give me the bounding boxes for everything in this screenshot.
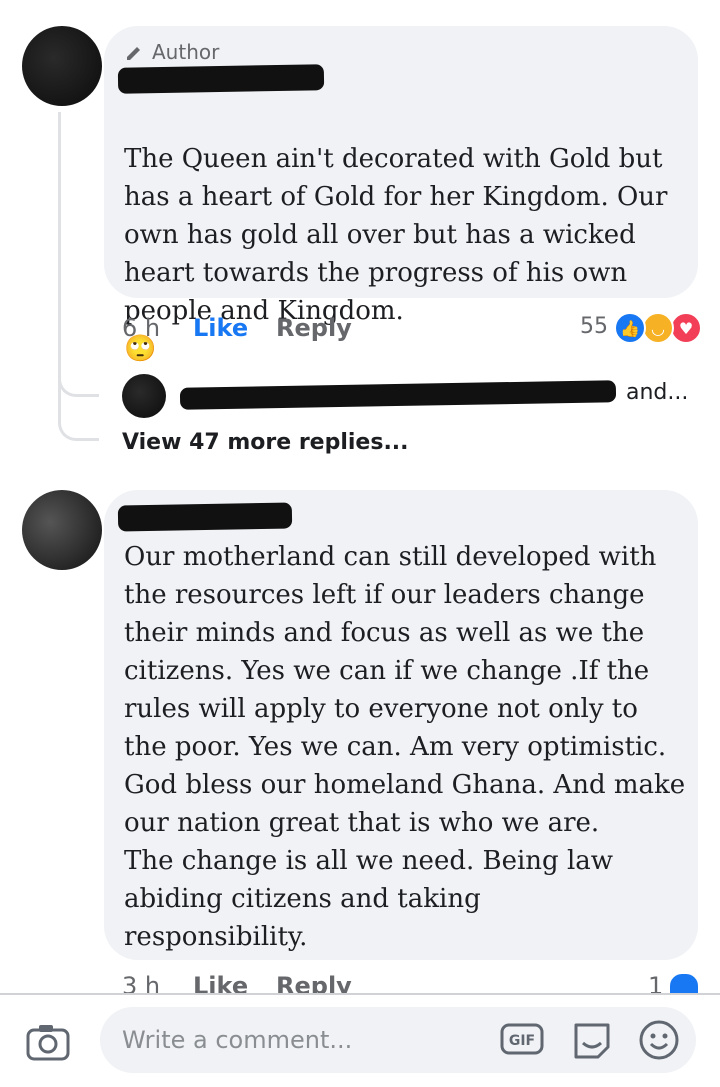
reply-avatar[interactable] — [122, 374, 166, 418]
redacted-reply — [179, 380, 617, 410]
svg-text:GIF: GIF — [509, 1033, 535, 1049]
redacted-name — [117, 64, 325, 94]
comment-input-placeholder: Write a comment... — [122, 1026, 353, 1054]
comment-timestamp[interactable]: 3 h — [122, 972, 160, 994]
redacted-name — [117, 502, 293, 532]
comment-input[interactable]: Write a comment... GIF — [100, 1007, 696, 1073]
author-badge-label: Author — [152, 40, 220, 64]
reply-preview-tail[interactable]: and... — [626, 380, 688, 405]
like-button[interactable]: Like — [193, 314, 248, 342]
reply-button[interactable]: Reply — [276, 972, 352, 994]
reaction-count[interactable]: 55 — [580, 314, 608, 339]
avatar[interactable] — [22, 490, 102, 570]
love-icon[interactable]: ♥ — [670, 312, 702, 344]
like-icon[interactable]: 👍 — [614, 312, 646, 344]
reaction-count[interactable]: 1 — [648, 972, 663, 994]
comment-text: Our motherland can still developed with … — [124, 542, 686, 952]
gif-icon[interactable]: GIF — [500, 1021, 544, 1057]
reply-button[interactable]: Reply — [276, 314, 352, 342]
view-more-replies[interactable]: View 47 more replies... — [122, 430, 409, 455]
avatar[interactable] — [22, 26, 102, 106]
like-button[interactable]: Like — [193, 972, 248, 994]
sticker-icon[interactable] — [570, 1019, 614, 1061]
thread-connector — [58, 394, 99, 441]
camera-icon[interactable] — [24, 1021, 72, 1063]
thread-connector — [58, 370, 99, 397]
author-badge: Author — [124, 40, 219, 64]
thread-connector — [58, 112, 99, 394]
comment-timestamp[interactable]: 6 h — [122, 314, 160, 342]
emoji-icon[interactable] — [638, 1019, 680, 1061]
haha-icon[interactable]: ◡ — [642, 312, 674, 344]
comment-composer: Write a comment... GIF — [0, 993, 720, 1087]
pencil-icon — [127, 47, 140, 60]
